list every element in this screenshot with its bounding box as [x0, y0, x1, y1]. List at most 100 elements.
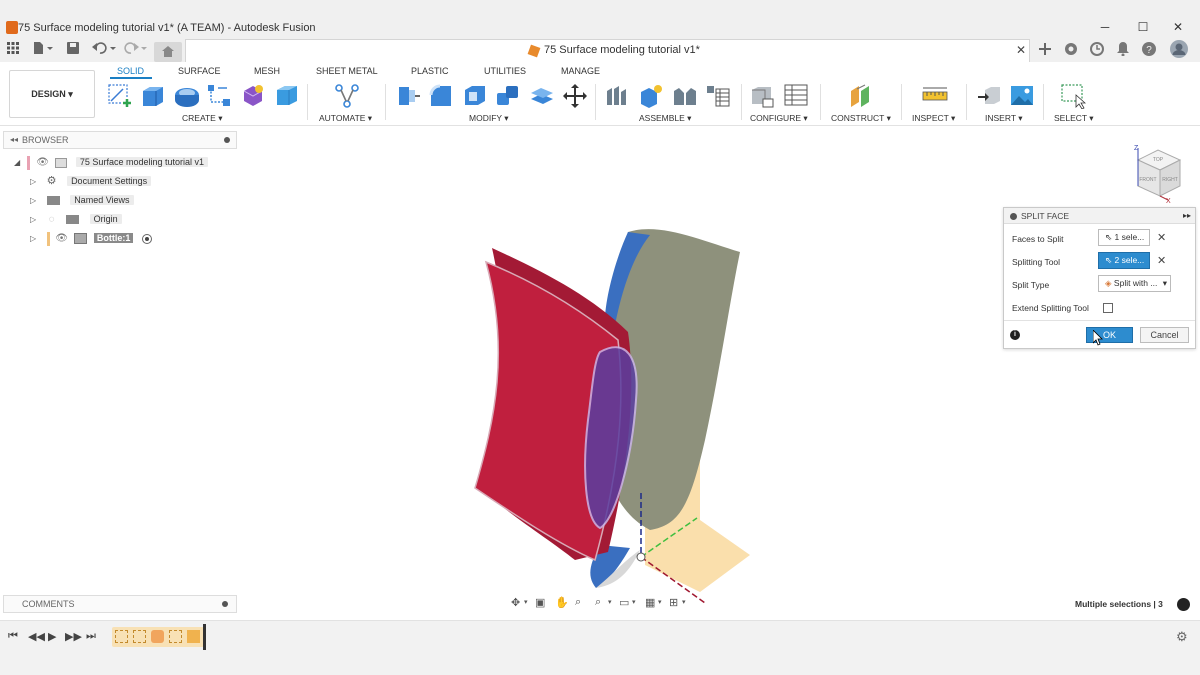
tree-item-origin[interactable]: ▷ ◌ Origin — [30, 210, 122, 228]
new-component-icon[interactable] — [605, 83, 629, 107]
close-tab-icon[interactable]: ✕ — [1016, 43, 1026, 57]
automate-icon[interactable] — [334, 83, 359, 108]
clear-tool-icon[interactable]: ✕ — [1157, 254, 1166, 267]
pan-hand-icon[interactable]: ✋ — [555, 596, 569, 609]
timeline-feature-icon[interactable] — [187, 630, 200, 643]
configuration-rules-icon[interactable] — [783, 83, 808, 107]
joint-icon[interactable] — [638, 83, 662, 108]
move-copy-icon[interactable] — [562, 83, 587, 108]
grid-settings-icon[interactable]: ▦ — [645, 596, 655, 609]
expand-triangle-icon[interactable]: ▷ — [30, 177, 36, 186]
comments-add-icon[interactable] — [222, 601, 228, 607]
split-type-dropdown[interactable]: ◈ Split with ... ▾ — [1098, 275, 1171, 292]
expand-triangle-icon[interactable]: ▷ — [30, 215, 36, 224]
close-window-button[interactable]: ✕ — [1163, 19, 1193, 35]
viewcube[interactable]: TOP FRONT RIGHT Z X — [1128, 140, 1190, 205]
extrude-icon[interactable] — [140, 83, 164, 107]
assemble-group-label[interactable]: ASSEMBLE ▾ — [639, 113, 691, 124]
extensions-icon[interactable] — [1061, 42, 1081, 60]
status-indicator-icon[interactable] — [1177, 598, 1190, 611]
step-back-icon[interactable]: ◀◀ — [28, 630, 45, 643]
splitting-tool-selector[interactable]: ⇖ 2 sele... — [1098, 252, 1150, 269]
tab-utilities[interactable]: UTILITIES — [484, 66, 526, 76]
select-window-icon[interactable] — [1060, 83, 1087, 110]
tab-manage[interactable]: MANAGE — [561, 66, 600, 76]
measure-icon[interactable] — [922, 83, 948, 107]
configure-group-label[interactable]: CONFIGURE ▾ — [750, 113, 808, 124]
chevron-down-icon[interactable]: ▾ — [608, 598, 612, 606]
eye-hidden-icon[interactable]: ◌ — [49, 214, 55, 225]
display-settings-icon[interactable]: ▭ — [619, 596, 629, 609]
viewport-3d-model[interactable] — [380, 200, 800, 620]
insert-derive-icon[interactable] — [976, 83, 1000, 107]
faces-to-split-selector[interactable]: ⇖ 1 sele... — [1098, 229, 1150, 246]
timeline-sketch-icon[interactable] — [133, 630, 146, 643]
tab-sheet-metal[interactable]: SHEET METAL — [316, 66, 378, 76]
sweep-icon[interactable] — [206, 83, 230, 107]
expand-triangle-icon[interactable]: ▷ — [30, 196, 36, 205]
create-group-label[interactable]: CREATE ▾ — [182, 113, 222, 124]
chevron-down-icon[interactable]: ▾ — [524, 598, 528, 606]
chevron-down-icon[interactable]: ▾ — [632, 598, 636, 606]
bill-of-materials-icon[interactable] — [705, 83, 730, 107]
canvas-image-icon[interactable] — [1009, 83, 1033, 107]
look-at-icon[interactable]: ▣ — [535, 596, 545, 609]
viewports-icon[interactable]: ⊞ — [669, 596, 678, 609]
activate-radio-icon[interactable] — [141, 233, 152, 244]
timeline-sketch-icon[interactable] — [169, 630, 182, 643]
chevron-down-icon[interactable]: ▾ — [682, 598, 686, 606]
eye-icon[interactable]: 👁 — [36, 157, 49, 168]
expand-triangle-icon[interactable]: ▷ — [30, 234, 36, 243]
go-to-start-icon[interactable]: ⏮ — [8, 630, 18, 643]
tab-mesh[interactable]: MESH — [254, 66, 280, 76]
form-icon[interactable] — [240, 83, 264, 107]
info-icon[interactable]: i — [1010, 330, 1020, 340]
document-tab[interactable]: 75 Surface modeling tutorial v1* ✕ — [185, 39, 1030, 62]
timeline-settings-gear-icon[interactable]: ⚙ — [1176, 629, 1188, 645]
go-to-end-icon[interactable]: ⏭ — [86, 630, 96, 643]
maximize-button[interactable]: ☐ — [1128, 19, 1158, 35]
timeline-marker[interactable] — [203, 624, 206, 650]
select-group-label[interactable]: SELECT ▾ — [1054, 113, 1094, 124]
combine-icon[interactable] — [495, 83, 519, 107]
chevron-down-icon[interactable]: ▾ — [658, 598, 662, 606]
comments-panel-header[interactable]: COMMENTS — [3, 595, 237, 613]
configure-table-icon[interactable] — [749, 83, 774, 108]
construct-group-label[interactable]: CONSTRUCT ▾ — [831, 113, 891, 124]
new-tab-plus-icon[interactable] — [1035, 42, 1055, 60]
home-icon[interactable] — [154, 42, 182, 62]
fit-zoom-icon[interactable]: ⌕ — [595, 596, 601, 609]
insert-group-label[interactable]: INSERT ▾ — [985, 113, 1023, 124]
automate-group-label[interactable]: AUTOMATE ▾ — [319, 113, 372, 124]
user-avatar[interactable] — [1168, 40, 1190, 60]
collapse-dialog-icon[interactable] — [1010, 213, 1017, 220]
job-status-icon[interactable] — [1087, 42, 1107, 60]
tree-root[interactable]: ◢ 👁 75 Surface modeling tutorial v1 — [14, 153, 208, 171]
workspace-switcher[interactable]: DESIGN ▾ — [9, 70, 95, 118]
grid-menu-icon[interactable] — [2, 38, 24, 62]
revolve-icon[interactable] — [173, 83, 199, 107]
tab-plastic[interactable]: PLASTIC — [411, 66, 449, 76]
timeline-sketch-icon[interactable] — [115, 630, 128, 643]
minimize-button[interactable]: ─ — [1090, 19, 1120, 35]
extend-splitting-tool-checkbox[interactable] — [1103, 303, 1113, 313]
redo-icon[interactable] — [122, 38, 148, 62]
tab-surface[interactable]: SURFACE — [178, 66, 221, 76]
shell-icon[interactable] — [462, 83, 486, 107]
undo-icon[interactable] — [90, 38, 118, 62]
cancel-button[interactable]: Cancel — [1140, 327, 1189, 343]
zoom-icon[interactable]: ⌕ — [575, 596, 581, 609]
box-icon[interactable] — [274, 83, 298, 107]
play-icon[interactable]: ▶ — [48, 630, 56, 643]
tree-item-bottle[interactable]: ▷ 👁 Bottle:1 — [30, 229, 152, 247]
timeline-features[interactable] — [112, 627, 204, 647]
save-icon[interactable] — [62, 38, 84, 62]
tab-solid[interactable]: SOLID — [117, 66, 144, 76]
fillet-icon[interactable] — [428, 83, 452, 107]
orbit-icon[interactable]: ✥ — [511, 596, 520, 609]
step-forward-icon[interactable]: ▶▶ — [65, 630, 82, 643]
press-pull-icon[interactable] — [395, 83, 420, 107]
help-icon[interactable]: ? — [1139, 42, 1159, 60]
file-menu-icon[interactable] — [30, 38, 56, 62]
notifications-bell-icon[interactable] — [1113, 42, 1133, 60]
